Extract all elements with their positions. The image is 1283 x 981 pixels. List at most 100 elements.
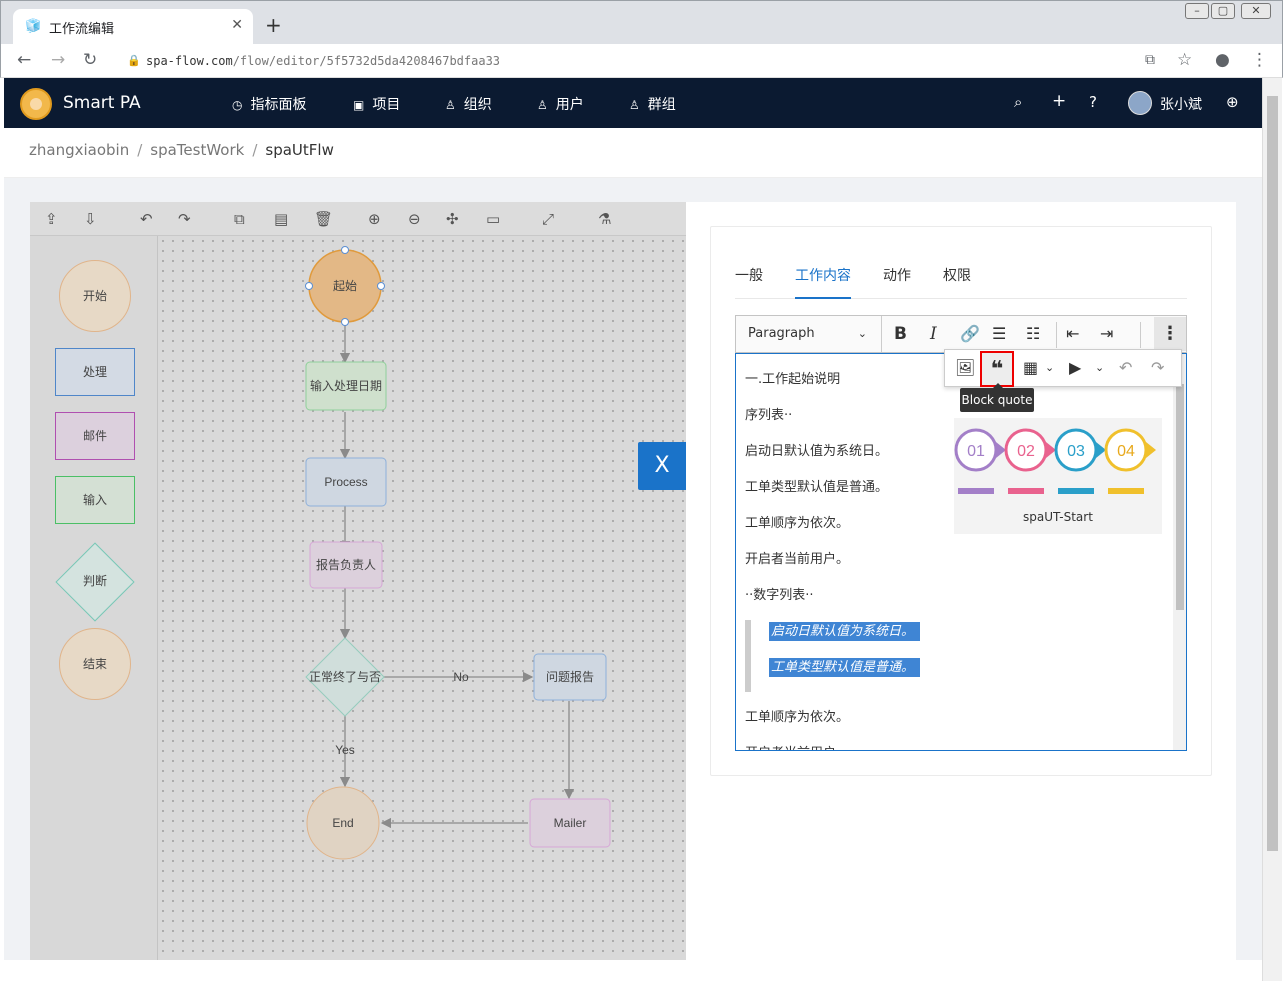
palette-process[interactable]: 处理 <box>55 348 135 396</box>
step-1-label: 01 <box>967 443 985 460</box>
flask-icon[interactable]: ⚗ <box>598 210 611 228</box>
nav-groups[interactable]: ♙ 群组 <box>629 94 676 114</box>
tab-actions[interactable]: 动作 <box>883 265 911 285</box>
page-scroll-thumb[interactable] <box>1267 96 1278 851</box>
undo-icon[interactable]: ↶ <box>140 210 153 228</box>
node-input-label: 输入处理日期 <box>310 378 382 393</box>
add-icon[interactable]: + <box>1052 91 1066 111</box>
indent-icon[interactable]: ⇥ <box>1100 324 1113 344</box>
block-quote-button[interactable]: ❝ <box>980 351 1014 387</box>
nav-projects[interactable]: ▣ 项目 <box>353 94 400 114</box>
delete-icon[interactable]: 🗑 <box>314 210 333 228</box>
group-icon: ♙ <box>629 98 640 112</box>
rich-text-editor[interactable]: 一.工作起始说明 序列表·· 启动日默认值为系统日。 工单类型默认值是普通。 工… <box>735 353 1187 751</box>
tab-permissions[interactable]: 权限 <box>943 265 971 285</box>
editor-line: 工单类型默认值是普通。 <box>745 480 889 495</box>
outdent-icon[interactable]: ⇤ <box>1066 324 1079 344</box>
paste-icon[interactable]: ▤ <box>274 210 288 228</box>
zoom-out-icon[interactable]: ⊖ <box>408 210 421 228</box>
insert-image-icon[interactable]: 🖼 <box>955 358 975 378</box>
breadcrumb-current: spaUtFlw <box>265 141 334 159</box>
editor-scrollbar[interactable] <box>1173 354 1186 750</box>
window-close-button[interactable]: ✕ <box>1241 3 1271 19</box>
undo-icon[interactable]: ↶ <box>1119 358 1132 378</box>
app-logo[interactable] <box>20 88 52 120</box>
browser-tab[interactable]: 🧊 工作流编辑 ✕ <box>13 9 253 45</box>
shape-palette: 开始 处理 邮件 输入 判断 结束 <box>30 236 158 960</box>
back-icon[interactable]: ← <box>17 51 31 69</box>
toolbar-divider <box>1056 322 1057 348</box>
reload-icon[interactable]: ↻ <box>83 51 97 69</box>
redo-icon[interactable]: ↷ <box>178 210 191 228</box>
page-scrollbar[interactable] <box>1262 78 1282 981</box>
help-icon[interactable]: ? <box>1089 93 1097 111</box>
chevron-down-icon[interactable]: ⌄ <box>1045 358 1054 378</box>
org-icon: ♙ <box>445 98 456 112</box>
favicon-icon: 🧊 <box>25 19 42 34</box>
node-end-label: End <box>332 816 353 830</box>
tab-work-content[interactable]: 工作内容 <box>795 265 851 285</box>
link-icon[interactable]: 🔗 <box>960 324 980 344</box>
insert-table-icon[interactable]: ▦ <box>1023 358 1038 378</box>
toolbar-divider <box>1140 322 1141 348</box>
redo-icon[interactable]: ↷ <box>1151 358 1164 378</box>
editor-line: 开启者当前用户。 <box>745 552 850 567</box>
embedded-image[interactable]: 01 02 03 04 spaUT-Start <box>954 418 1162 534</box>
upload-icon[interactable]: ⇪ <box>45 210 58 228</box>
numbered-list-icon[interactable]: ☷ <box>1026 324 1040 344</box>
profile-icon[interactable]: ● <box>1215 51 1230 69</box>
step-3-label: 03 <box>1067 443 1085 460</box>
new-tab-button[interactable]: + <box>265 15 282 35</box>
quote-line: 工单类型默认值是普通。 <box>769 656 921 677</box>
nav-users[interactable]: ♙ 用户 <box>537 94 584 114</box>
user-name[interactable]: 张小斌 <box>1160 94 1202 114</box>
chevron-down-icon: ⌄ <box>857 327 867 340</box>
quote-line: 启动日默认值为系统日。 <box>769 620 921 641</box>
language-globe-icon[interactable]: ⊕ <box>1226 93 1239 111</box>
flow-toolbar: ⇪ ⇩ ↶ ↷ ⧉ ▤ 🗑 ⊕ ⊖ ✣ ▭ ⤢ ⚗ <box>30 202 686 236</box>
search-icon[interactable]: ⌕ <box>1014 93 1022 111</box>
bold-icon[interactable]: B <box>894 324 907 344</box>
editor-line: 序列表·· <box>745 408 793 423</box>
download-icon[interactable]: ⇩ <box>84 210 97 228</box>
editor-scroll-thumb[interactable] <box>1176 384 1184 610</box>
italic-icon[interactable]: I <box>930 324 937 344</box>
forward-icon[interactable]: → <box>51 51 65 69</box>
editor-line: 开启者当前用户 <box>745 742 836 750</box>
fullscreen-icon[interactable]: ⤢ <box>542 210 554 228</box>
fit-icon[interactable]: ✣ <box>446 210 459 228</box>
actual-size-icon[interactable]: ▭ <box>486 210 500 228</box>
avatar[interactable] <box>1128 91 1152 115</box>
flow-canvas[interactable]: 起始 输入处理日期 Process 报告负责人 正常终了与否 问题报告 End … <box>158 236 686 960</box>
palette-end[interactable]: 结束 <box>59 628 131 700</box>
copy-icon[interactable]: ⧉ <box>234 210 245 228</box>
more-items-icon[interactable]: ⋮ <box>1154 317 1186 351</box>
translate-icon[interactable]: ⧉ <box>1145 51 1155 69</box>
flow-editor: ⇪ ⇩ ↶ ↷ ⧉ ▤ 🗑 ⊕ ⊖ ✣ ▭ ⤢ ⚗ 开始 处理 邮件 输入 判断… <box>30 202 686 960</box>
nav-dashboard[interactable]: ◷ 指标面板 <box>232 94 306 114</box>
editor-line: ··数字列表·· <box>745 588 814 603</box>
palette-mail[interactable]: 邮件 <box>55 412 135 460</box>
maximize-button[interactable]: ▢ <box>1211 3 1235 19</box>
tab-general[interactable]: 一般 <box>735 265 763 285</box>
heading-select[interactable]: Paragraph ⌄ <box>736 316 882 352</box>
image-caption[interactable]: spaUT-Start <box>954 510 1162 524</box>
url-field[interactable]: spa-flow.com/flow/editor/5f5732d5da42084… <box>146 54 500 68</box>
bookmark-star-icon[interactable]: ☆ <box>1177 51 1192 69</box>
palette-input[interactable]: 输入 <box>55 476 135 524</box>
close-panel-button[interactable]: X <box>638 442 686 490</box>
browser-menu-icon[interactable]: ⋮ <box>1251 51 1268 69</box>
breadcrumb-user[interactable]: zhangxiaobin <box>29 141 129 159</box>
nav-org[interactable]: ♙ 组织 <box>445 94 492 114</box>
chevron-down-icon[interactable]: ⌄ <box>1095 358 1104 378</box>
bulleted-list-icon[interactable]: ☰ <box>992 324 1006 344</box>
tab-close-icon[interactable]: ✕ <box>231 17 243 33</box>
minimize-button[interactable]: – <box>1185 3 1209 19</box>
breadcrumb-workspace[interactable]: spaTestWork <box>150 141 244 159</box>
insert-media-icon[interactable]: ▶ <box>1069 358 1081 378</box>
browser-tab-bar: 🧊 工作流编辑 ✕ + – ▢ ✕ <box>0 0 1283 45</box>
zoom-in-icon[interactable]: ⊕ <box>368 210 381 228</box>
editor-line: 工单顺序为依次。 <box>745 710 850 725</box>
node-start-label: 起始 <box>333 279 357 293</box>
palette-start[interactable]: 开始 <box>59 260 131 332</box>
